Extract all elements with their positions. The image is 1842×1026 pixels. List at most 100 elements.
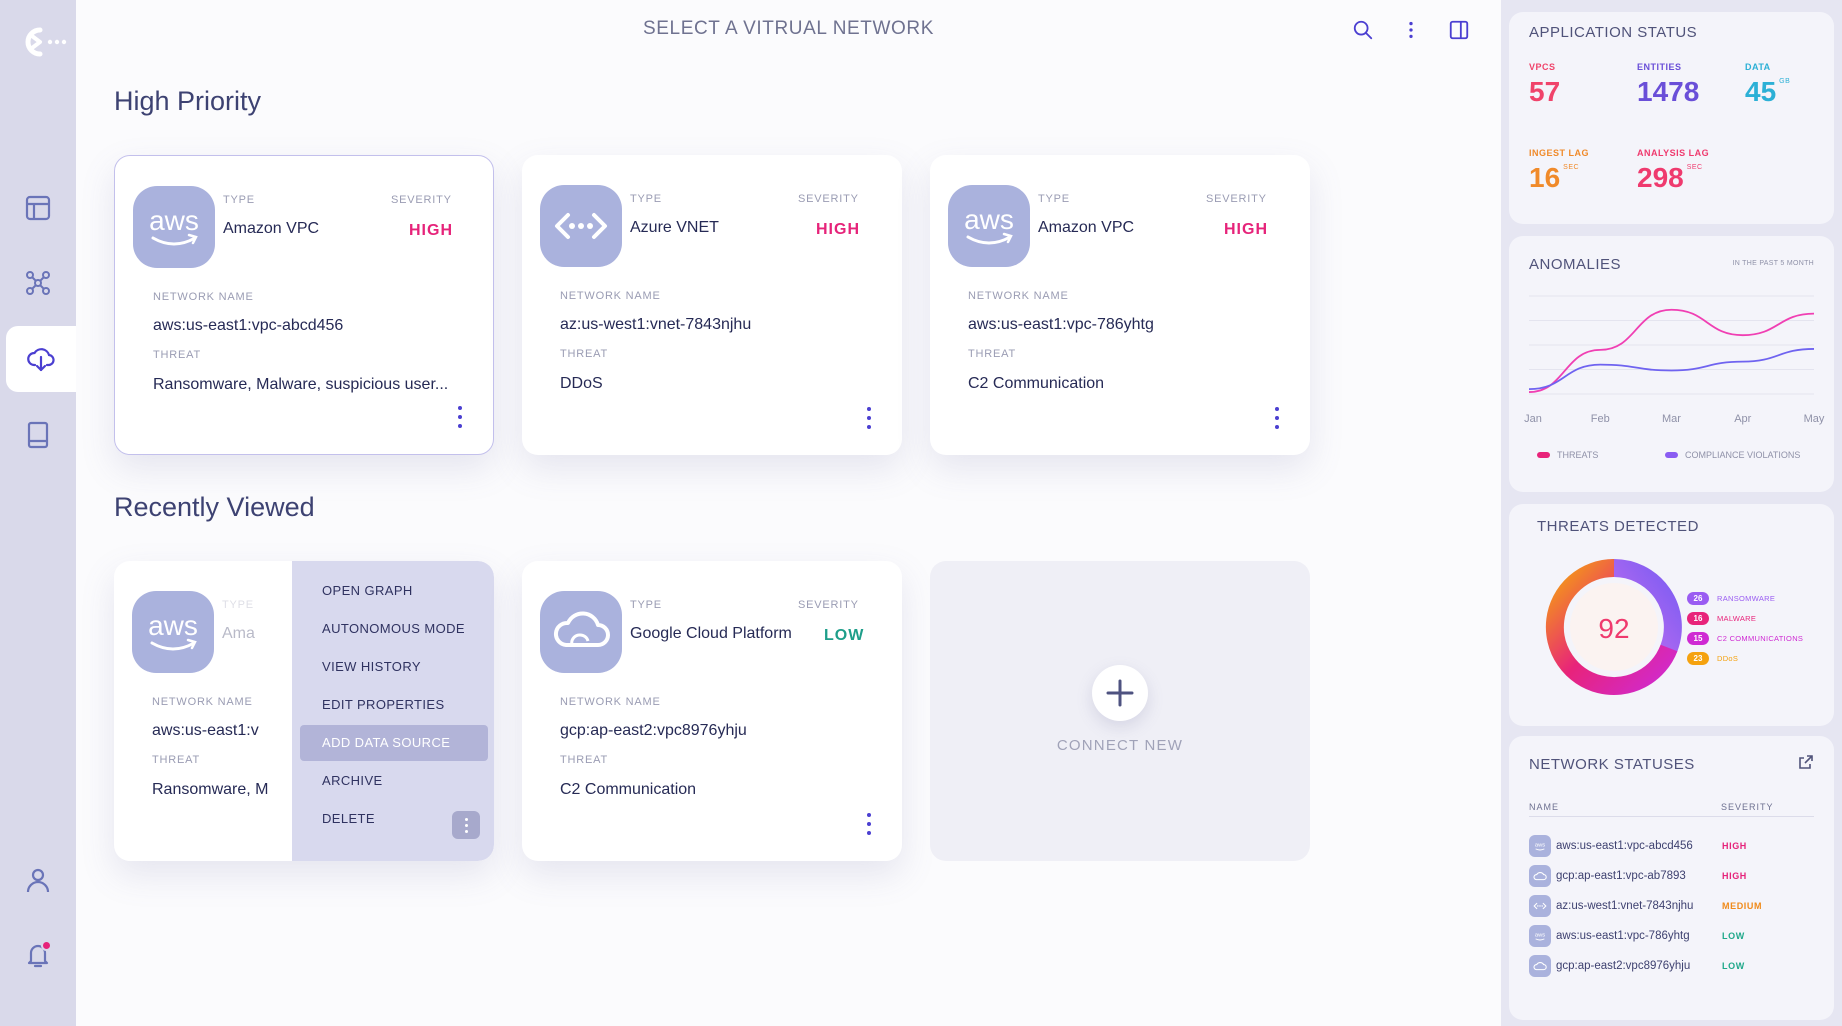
svg-text:aws: aws — [1535, 933, 1545, 939]
stat-number: 57 — [1529, 76, 1561, 107]
stat-value: 298 SEC — [1637, 162, 1703, 194]
network-card[interactable]: aws TYPE Ama NETWORK NAME aws:us-east1:v… — [114, 561, 494, 861]
network-statuses-panel: NETWORK STATUSES NAME SEVERITY aws aws:us… — [1509, 736, 1834, 1020]
series-line-threats — [1528, 308, 1815, 393]
more-options-icon[interactable] — [1397, 16, 1425, 44]
threat-value: Ransomware, Malware, suspicious user... — [153, 376, 449, 393]
threat-type-label: RANSOMWARE — [1717, 594, 1776, 603]
stat-label: ENTITIES — [1637, 62, 1682, 72]
type-label: TYPE — [223, 194, 255, 206]
severity-cell: LOW — [1722, 961, 1745, 971]
card-menu-icon[interactable] — [1272, 407, 1282, 429]
menu-item-add-data-source[interactable]: ADD DATA SOURCE — [300, 725, 488, 761]
type-label: TYPE — [630, 599, 662, 611]
book-nav-icon[interactable] — [0, 402, 76, 468]
legend-label: COMPLIANCE VIOLATIONS — [1685, 450, 1800, 460]
graph-nav-icon[interactable] — [0, 250, 76, 316]
toggle-panel-icon[interactable] — [1445, 16, 1473, 44]
severity-cell: LOW — [1722, 931, 1745, 941]
stat-number: 45 — [1745, 76, 1777, 107]
stat-number: 1478 — [1637, 76, 1700, 107]
plus-icon[interactable] — [1092, 665, 1148, 721]
notification-dot — [41, 940, 52, 951]
threat-legend-item: 15 C2 COMMUNICATIONS — [1687, 632, 1803, 645]
network-name-value: aws:us-east1:vpc-786yhtg — [968, 316, 1154, 333]
network-card[interactable]: aws TYPE SEVERITY Amazon VPC HIGH NETWOR… — [114, 155, 494, 455]
card-context-menu: OPEN GRAPH AUTONOMOUS MODE VIEW HISTORY … — [292, 561, 494, 861]
aws-logo-icon: aws — [1529, 835, 1551, 857]
type-value: Amazon VPC — [223, 220, 320, 237]
application-status-title: APPLICATION STATUS — [1529, 24, 1698, 41]
main-content: SELECT A VITRUAL NETWORK High Priority a… — [76, 0, 1501, 1026]
stat-value: 1478 — [1637, 76, 1699, 108]
stat-value: 57 — [1529, 76, 1560, 108]
severity-cell: HIGH — [1722, 841, 1747, 851]
network-name-value: aws:us-east1:v — [152, 722, 259, 739]
notifications-bell-icon[interactable] — [0, 922, 76, 988]
severity-label: SEVERITY — [798, 599, 859, 611]
card-menu-icon[interactable] — [864, 813, 874, 835]
app-logo-icon[interactable] — [20, 26, 68, 58]
legend-label: THREATS — [1557, 450, 1598, 460]
network-card[interactable]: TYPE SEVERITY Google Cloud Platform LOW … — [522, 561, 902, 861]
aws-logo-icon: aws — [948, 185, 1030, 267]
svg-text:aws: aws — [149, 205, 199, 236]
menu-item-edit-properties[interactable]: EDIT PROPERTIES — [300, 687, 488, 723]
card-menu-icon[interactable] — [864, 407, 874, 429]
close-menu-kebab-icon[interactable] — [452, 811, 480, 839]
aws-logo-icon: aws — [1529, 925, 1551, 947]
network-card[interactable]: TYPE SEVERITY Azure VNET HIGH NETWORK NA… — [522, 155, 902, 455]
gcp-logo-icon — [540, 591, 622, 673]
type-value: Google Cloud Platform — [630, 625, 792, 642]
external-link-icon[interactable] — [1798, 754, 1814, 775]
threat-label: THREAT — [968, 348, 1016, 360]
table-row[interactable]: az:us-west1:vnet-7843njhu MEDIUM — [1529, 894, 1814, 918]
network-name-label: NETWORK NAME — [968, 290, 1069, 302]
network-card[interactable]: aws TYPE SEVERITY Amazon VPC HIGH NETWOR… — [930, 155, 1310, 455]
menu-item-open-graph[interactable]: OPEN GRAPH — [300, 573, 488, 609]
threat-legend-item: 16 MALWARE — [1687, 612, 1756, 625]
menu-item-archive[interactable]: ARCHIVE — [300, 763, 488, 799]
cloud-download-nav-icon[interactable] — [6, 326, 76, 392]
azure-vnet-logo-icon — [1529, 895, 1551, 917]
network-name-cell: gcp:ap-east2:vpc8976yhju — [1556, 960, 1691, 972]
stat-value: 16 SEC — [1529, 162, 1579, 194]
table-row[interactable]: aws aws:us-east1:vpc-abcd456 HIGH — [1529, 834, 1814, 858]
threat-label: THREAT — [153, 349, 201, 361]
threat-label: THREAT — [152, 754, 200, 766]
table-row[interactable]: gcp:ap-east2:vpc8976yhju LOW — [1529, 954, 1814, 978]
threat-count-badge: 26 — [1687, 592, 1709, 605]
menu-item-view-history[interactable]: VIEW HISTORY — [300, 649, 488, 685]
svg-text:aws: aws — [1535, 843, 1545, 849]
network-name-value: az:us-west1:vnet-7843njhu — [560, 316, 752, 333]
threat-legend-item: 26 RANSOMWARE — [1687, 592, 1775, 605]
network-name-cell: gcp:ap-east1:vpc-ab7893 — [1556, 870, 1686, 882]
type-label: TYPE — [1038, 193, 1070, 205]
table-row[interactable]: gcp:ap-east1:vpc-ab7893 HIGH — [1529, 864, 1814, 888]
network-name-cell: aws:us-east1:vpc-abcd456 — [1556, 840, 1693, 852]
user-nav-icon[interactable] — [0, 847, 76, 913]
threat-legend-item: 23 DDoS — [1687, 652, 1738, 665]
network-name-value: gcp:ap-east2:vpc8976yhju — [560, 722, 747, 739]
column-name-header: NAME — [1529, 802, 1560, 812]
svg-text:aws: aws — [964, 204, 1014, 235]
threats-detected-title: THREATS DETECTED — [1537, 518, 1699, 535]
menu-item-autonomous-mode[interactable]: AUTONOMOUS MODE — [300, 611, 488, 647]
application-status-panel: APPLICATION STATUS VPCS 57 ENTITIES 1478 DAT… — [1509, 12, 1834, 224]
connect-new-card[interactable]: CONNECT NEW — [930, 561, 1310, 861]
network-name-cell: aws:us-east1:vpc-786yhtg — [1556, 930, 1690, 942]
network-name-label: NETWORK NAME — [152, 696, 253, 708]
dashboard-nav-icon[interactable] — [0, 175, 76, 241]
connect-new-label: CONNECT NEW — [1056, 737, 1184, 754]
table-divider — [1529, 816, 1814, 817]
search-icon[interactable] — [1349, 16, 1377, 44]
network-name-cell: az:us-west1:vnet-7843njhu — [1556, 900, 1694, 912]
threat-type-label: DDoS — [1717, 654, 1739, 663]
table-row[interactable]: aws aws:us-east1:vpc-786yhtg LOW — [1529, 924, 1814, 948]
network-name-label: NETWORK NAME — [153, 291, 254, 303]
threat-label: THREAT — [560, 348, 608, 360]
type-value: Amazon VPC — [1038, 219, 1135, 236]
x-tick-label: Feb — [1591, 413, 1610, 425]
type-label: TYPE — [222, 599, 254, 611]
card-menu-icon[interactable] — [455, 406, 465, 428]
